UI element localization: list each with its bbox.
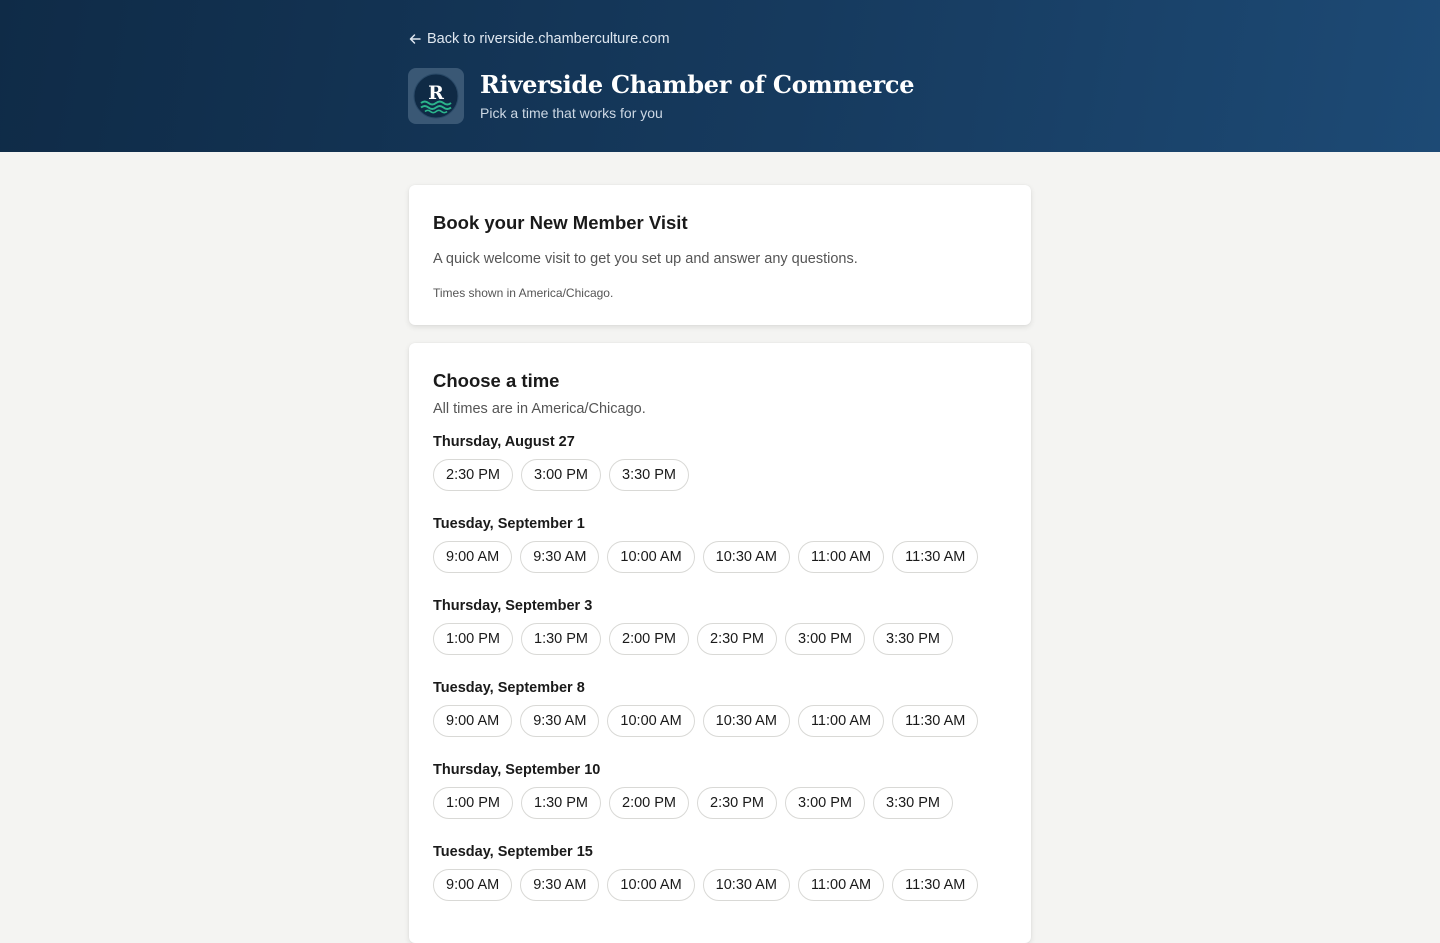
time-slot-button[interactable]: 11:00 AM: [797, 705, 885, 737]
logo-emblem-icon: R: [413, 73, 459, 119]
slot-row: 1:00 PM 1:30 PM 2:00 PM 2:30 PM 3:00 PM 3:30 …: [433, 787, 1007, 819]
day-group: Thursday, August 27 2:30 PM 3:00 PM 3:30 PM: [433, 432, 1007, 514]
brand: R Riverside Chamber of Commerce Pick a t…: [408, 68, 914, 124]
time-slot-button[interactable]: 1:30 PM: [521, 787, 601, 819]
day-label: Tuesday, September 15: [433, 844, 593, 860]
time-slot-button[interactable]: 2:30 PM: [697, 787, 777, 819]
back-link-label: Back to riverside.chamberculture.com: [427, 31, 670, 47]
slot-row: 2:30 PM 3:00 PM 3:30 PM: [433, 459, 1007, 491]
time-slot-button[interactable]: 3:00 PM: [785, 623, 865, 655]
visit-title: Book your New Member Visit: [433, 212, 688, 233]
organization-subtitle: Pick a time that works for you: [480, 105, 663, 121]
organization-name: Riverside Chamber of Commerce: [480, 70, 915, 99]
time-slot-button[interactable]: 9:00 AM: [433, 869, 513, 901]
day-label: Thursday, September 10: [433, 762, 601, 778]
visit-intro-card: Book your New Member Visit A quick welco…: [409, 185, 1031, 325]
day-label: Thursday, August 27: [433, 434, 575, 450]
choose-time-subtitle: All times are in America/Chicago.: [433, 401, 646, 417]
time-slot-button[interactable]: 3:30 PM: [873, 787, 953, 819]
day-label: Tuesday, September 1: [433, 516, 585, 532]
day-list: Thursday, August 27 2:30 PM 3:00 PM 3:30 PM…: [433, 432, 1007, 924]
day-group: Tuesday, September 8 9:00 AM 9:30 AM 10:00 …: [433, 678, 1007, 760]
time-slot-button[interactable]: 9:30 AM: [520, 541, 600, 573]
timezone-note: Times shown in America/Chicago.: [433, 286, 614, 300]
time-slot-button[interactable]: 11:30 AM: [892, 541, 979, 573]
time-slot-button[interactable]: 1:00 PM: [433, 623, 513, 655]
time-slot-button[interactable]: 2:30 PM: [433, 459, 513, 491]
time-slot-button[interactable]: 10:00 AM: [607, 869, 695, 901]
time-slot-button[interactable]: 10:00 AM: [607, 541, 695, 573]
time-slot-button[interactable]: 9:30 AM: [520, 705, 600, 737]
time-slot-button[interactable]: 1:30 PM: [521, 623, 601, 655]
choose-time-title: Choose a time: [433, 370, 560, 391]
time-slot-button[interactable]: 10:30 AM: [702, 541, 790, 573]
arrow-left-icon: [409, 34, 421, 44]
time-slot-button[interactable]: 11:30 AM: [892, 869, 979, 901]
time-slot-button[interactable]: 10:00 AM: [607, 705, 695, 737]
time-slot-button[interactable]: 3:30 PM: [873, 623, 953, 655]
slot-row: 9:00 AM 9:30 AM 10:00 AM 10:30 AM 11:00 AM 11…: [433, 869, 1007, 901]
time-slot-button[interactable]: 2:00 PM: [609, 623, 689, 655]
time-slot-button[interactable]: 3:00 PM: [521, 459, 601, 491]
day-group: Tuesday, September 1 9:00 AM 9:30 AM 10:00 …: [433, 514, 1007, 596]
time-picker-card: Choose a time All times are in America/C…: [409, 343, 1031, 943]
slot-row: 9:00 AM 9:30 AM 10:00 AM 10:30 AM 11:00 AM 11…: [433, 541, 1007, 573]
time-slot-button[interactable]: 9:30 AM: [520, 869, 600, 901]
time-slot-button[interactable]: 10:30 AM: [702, 869, 790, 901]
visit-description: A quick welcome visit to get you set up …: [433, 251, 858, 267]
day-group: Tuesday, September 15 9:00 AM 9:30 AM 10:00…: [433, 842, 1007, 924]
time-slot-button[interactable]: 11:00 AM: [797, 869, 885, 901]
slot-row: 1:00 PM 1:30 PM 2:00 PM 2:30 PM 3:00 PM 3:30 …: [433, 623, 1007, 655]
day-group: Thursday, September 3 1:00 PM 1:30 PM 2:00 …: [433, 596, 1007, 678]
time-slot-button[interactable]: 11:00 AM: [797, 541, 885, 573]
time-slot-button[interactable]: 3:00 PM: [785, 787, 865, 819]
day-label: Thursday, September 3: [433, 598, 593, 614]
time-slot-button[interactable]: 3:30 PM: [609, 459, 689, 491]
time-slot-button[interactable]: 9:00 AM: [433, 705, 513, 737]
time-slot-button[interactable]: 2:30 PM: [697, 623, 777, 655]
time-slot-button[interactable]: 9:00 AM: [433, 541, 513, 573]
time-slot-button[interactable]: 11:30 AM: [892, 705, 979, 737]
time-slot-button[interactable]: 10:30 AM: [702, 705, 790, 737]
time-slot-button[interactable]: 1:00 PM: [433, 787, 513, 819]
time-slot-button[interactable]: 2:00 PM: [609, 787, 689, 819]
header: Back to riverside.chamberculture.com R R…: [0, 0, 1440, 152]
day-group: Thursday, September 10 1:00 PM 1:30 PM 2:00…: [433, 760, 1007, 842]
logo-letter: R: [428, 82, 444, 104]
back-link[interactable]: Back to riverside.chamberculture.com: [408, 31, 670, 47]
slot-row: 9:00 AM 9:30 AM 10:00 AM 10:30 AM 11:00 AM 11…: [433, 705, 1007, 737]
brand-text: Riverside Chamber of Commerce Pick a tim…: [480, 68, 914, 121]
chamber-logo: R: [408, 68, 464, 124]
day-label: Tuesday, September 8: [433, 680, 585, 696]
